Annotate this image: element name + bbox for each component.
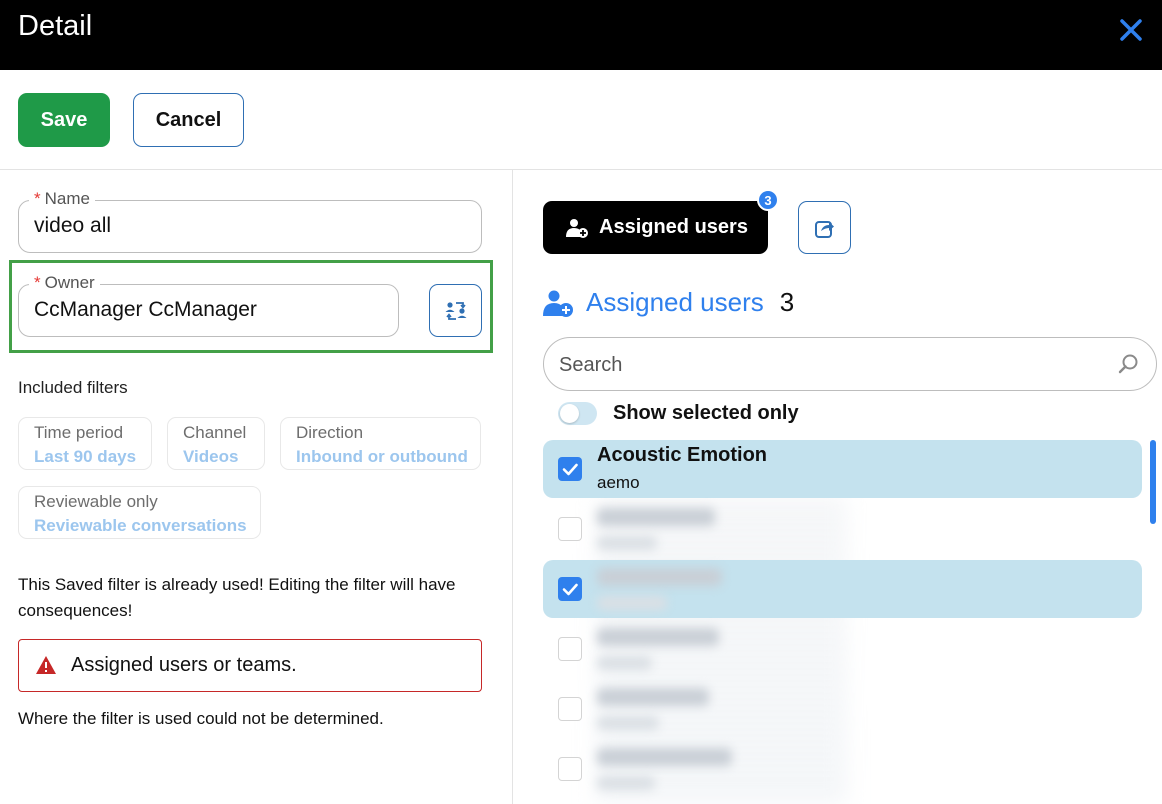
share-icon — [814, 220, 834, 238]
toggle-knob — [560, 404, 579, 423]
user-row[interactable] — [543, 560, 1142, 618]
assigned-users-heading: Assigned users 3 — [542, 287, 794, 318]
user-checkbox[interactable] — [558, 697, 582, 721]
filter-chip-value: Videos — [183, 447, 239, 466]
required-mark: * — [34, 189, 41, 208]
blurred-user-name — [597, 688, 709, 706]
user-row[interactable] — [543, 500, 1142, 558]
assigned-count-badge: 3 — [757, 189, 779, 211]
name-label-text: Name — [44, 189, 90, 208]
dialog-header: Detail — [0, 0, 1162, 70]
blurred-user-name — [597, 628, 719, 646]
assigned-users-count: 3 — [779, 287, 795, 317]
warning-triangle-icon — [36, 656, 56, 674]
user-row[interactable] — [543, 680, 1142, 738]
show-selected-toggle[interactable] — [558, 402, 597, 425]
panel-divider — [512, 170, 513, 804]
search-input[interactable] — [559, 350, 1099, 380]
alert-text: Assigned users or teams. — [71, 654, 297, 676]
owner-field[interactable]: * Owner CcManager CcManager — [18, 273, 399, 337]
scrollbar-thumb[interactable] — [1150, 440, 1156, 524]
search-field[interactable] — [543, 337, 1157, 391]
user-list: Acoustic Emotion aemo — [543, 440, 1149, 804]
assigned-users-title: Assigned users — [586, 287, 764, 317]
assigned-users-button[interactable]: Assigned users — [543, 201, 768, 254]
user-list-scrollbar[interactable] — [1149, 440, 1157, 804]
user-checkbox[interactable] — [558, 757, 582, 781]
blurred-user-name — [597, 748, 732, 766]
user-username: aemo — [597, 473, 640, 492]
blurred-user-username — [597, 536, 657, 550]
blurred-user-username — [597, 656, 652, 670]
user-checkbox[interactable] — [558, 637, 582, 661]
user-row[interactable] — [543, 740, 1142, 798]
swap-users-icon — [445, 301, 466, 320]
share-button[interactable] — [798, 201, 851, 254]
filter-chip-value: Reviewable conversations — [34, 516, 247, 535]
user-name: Acoustic Emotion — [597, 444, 768, 466]
name-field[interactable]: * Name video all — [18, 189, 482, 253]
dialog-title: Detail — [18, 10, 93, 42]
owner-value[interactable]: CcManager CcManager — [34, 298, 257, 322]
change-owner-button[interactable] — [429, 284, 482, 337]
search-icon[interactable] — [1118, 353, 1140, 375]
close-icon[interactable] — [1117, 16, 1145, 44]
usage-alert: Assigned users or teams. — [18, 639, 482, 692]
check-icon — [562, 463, 578, 476]
add-user-icon — [543, 290, 573, 317]
included-filters-label: Included filters — [18, 378, 128, 397]
owner-label: * Owner — [29, 273, 100, 293]
filter-chip-key: Channel — [183, 423, 247, 442]
filter-chip-channel: Channel Videos — [167, 417, 265, 470]
blurred-user-name — [597, 568, 722, 586]
user-checkbox[interactable] — [558, 517, 582, 541]
name-label: * Name — [29, 189, 95, 209]
show-selected-label: Show selected only — [613, 402, 799, 424]
blurred-user-username — [597, 716, 659, 730]
filter-chip-key: Reviewable only — [34, 492, 158, 511]
check-icon — [562, 583, 578, 596]
assigned-users-button-label: Assigned users — [599, 216, 748, 238]
usage-footer-text: Where the filter is used could not be de… — [18, 709, 384, 728]
filter-chip-value: Inbound or outbound — [296, 447, 468, 466]
toolbar: Save Cancel — [0, 70, 1162, 170]
required-mark: * — [34, 273, 41, 292]
user-row[interactable] — [543, 620, 1142, 678]
name-value[interactable]: video all — [34, 214, 111, 238]
filter-chip-value: Last 90 days — [34, 447, 137, 466]
show-selected-row: Show selected only — [558, 402, 799, 425]
save-button[interactable]: Save — [18, 93, 110, 147]
blurred-user-username — [597, 776, 655, 790]
user-row[interactable]: Acoustic Emotion aemo — [543, 440, 1142, 498]
blurred-user-username — [597, 596, 667, 610]
user-checkbox[interactable] — [558, 577, 582, 601]
filter-chip-direction: Direction Inbound or outbound — [280, 417, 481, 470]
add-user-icon — [566, 218, 588, 238]
usage-warning-text: This Saved filter is already used! Editi… — [18, 575, 456, 620]
filter-chip-key: Time period — [34, 423, 124, 442]
owner-label-text: Owner — [44, 273, 95, 292]
filter-chip-time-period: Time period Last 90 days — [18, 417, 152, 470]
filter-chip-key: Direction — [296, 423, 364, 442]
cancel-button[interactable]: Cancel — [133, 93, 244, 147]
user-checkbox[interactable] — [558, 457, 582, 481]
blurred-user-name — [597, 508, 715, 526]
filter-chip-reviewable: Reviewable only Reviewable conversations — [18, 486, 261, 539]
